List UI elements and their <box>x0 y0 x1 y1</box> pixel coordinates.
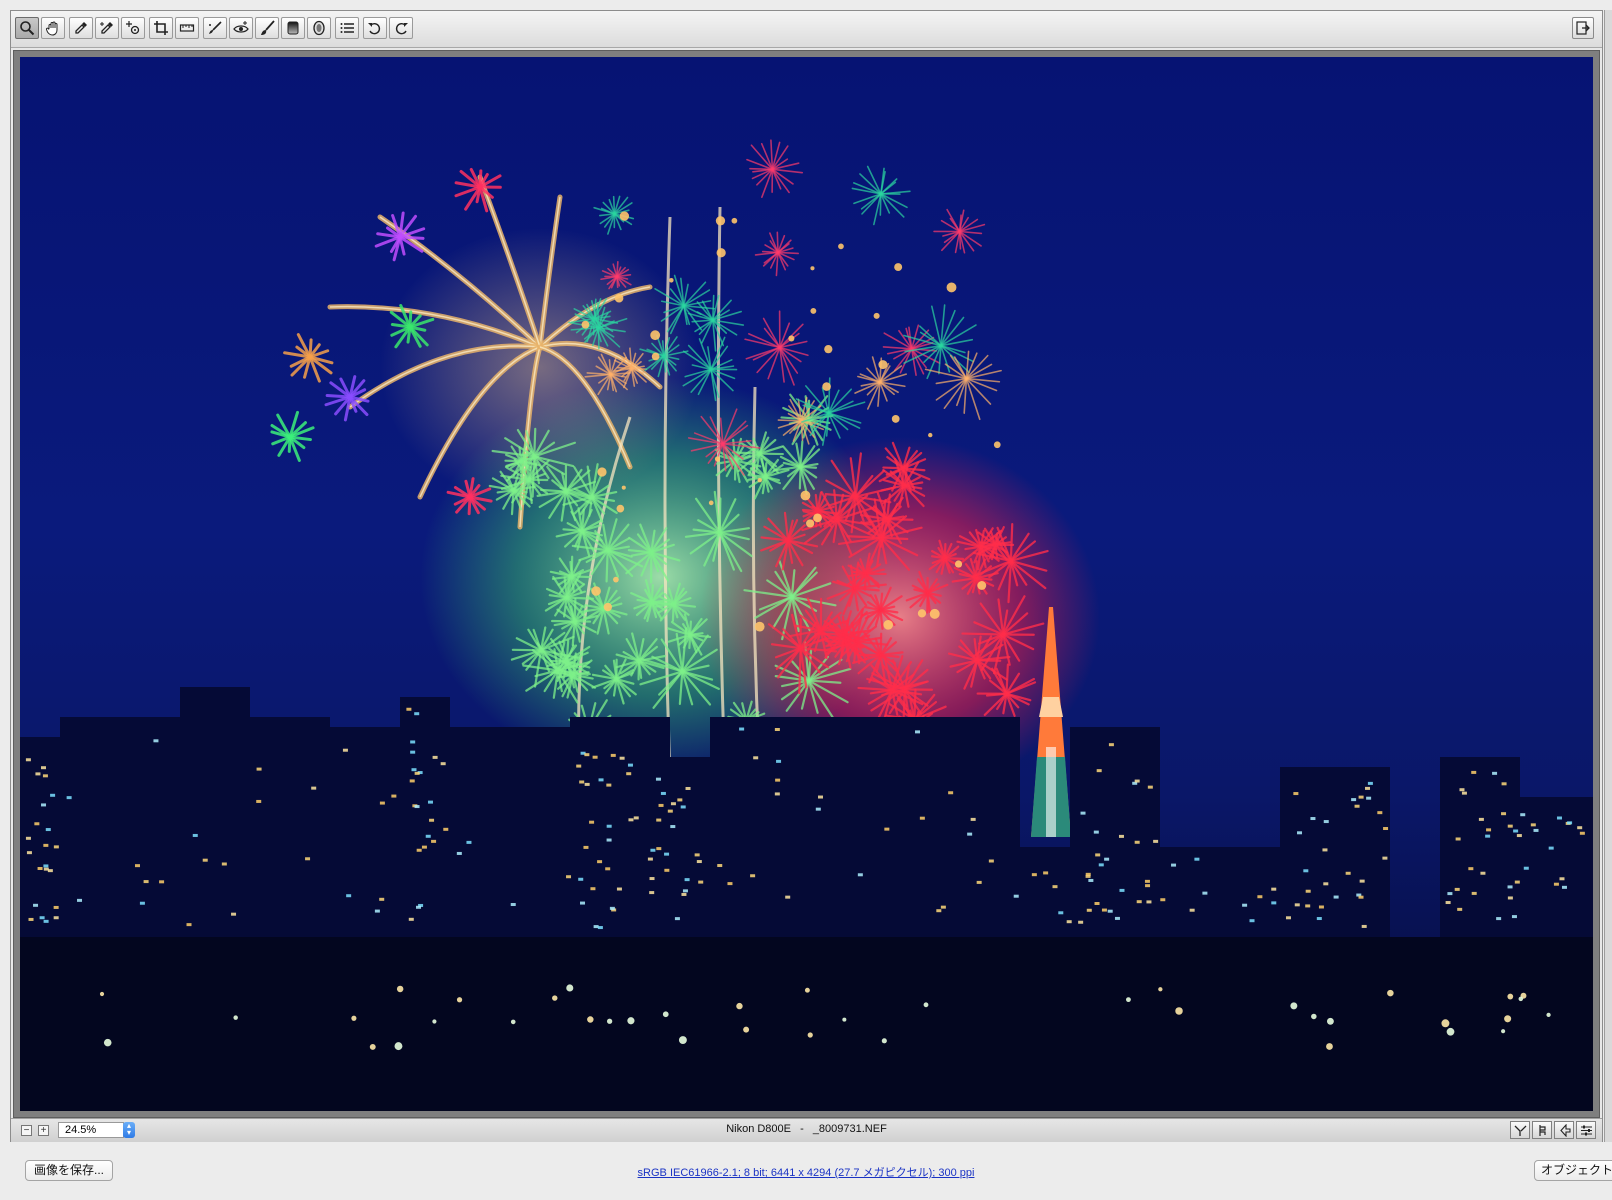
clipping-icon <box>1538 1124 1546 1136</box>
graduated-filter-icon <box>287 21 299 35</box>
rotate-right-button[interactable] <box>389 17 413 39</box>
histogram-filter-icon <box>1514 1125 1526 1136</box>
crop-icon <box>154 21 168 35</box>
separator-dash: - <box>800 1123 804 1135</box>
eyedropper-icon <box>75 22 87 34</box>
tool-group-transform <box>149 17 201 39</box>
open-object-button[interactable]: オブジェクト <box>1534 1160 1612 1181</box>
zoom-tool-button[interactable] <box>15 17 39 39</box>
export-icon <box>1576 21 1590 35</box>
rotate-left-icon <box>368 22 381 35</box>
tool-group-rotate <box>363 17 415 39</box>
tool-group-navigation <box>15 17 67 39</box>
straighten-tool-button[interactable] <box>175 17 199 39</box>
image-preview-frame <box>13 50 1600 1118</box>
color-sampler-tool-button[interactable] <box>95 17 119 39</box>
settings-toggle-button[interactable] <box>1576 1121 1596 1139</box>
preferences-list-icon <box>340 23 354 33</box>
target-adjust-icon <box>126 21 140 35</box>
settings-sliders-icon <box>1580 1125 1592 1135</box>
toolbar <box>11 11 1602 48</box>
fireworks-photo <box>20 139 1593 1111</box>
hand-icon <box>45 21 58 36</box>
white-balance-tool-button[interactable] <box>69 17 93 39</box>
status-bar: − + 24.5% ▴ ▾ Nikon D800E - _8009731.NEF <box>11 1118 1602 1142</box>
preview-toggle-icon <box>1559 1123 1571 1137</box>
zoom-icon <box>20 21 35 36</box>
camera-raw-window: − + 24.5% ▴ ▾ Nikon D800E - _8009731.NEF <box>10 10 1603 1142</box>
rotate-left-button[interactable] <box>363 17 387 39</box>
radial-filter-icon <box>313 20 325 36</box>
file-name: _8009731.NEF <box>812 1123 887 1135</box>
red-eye-tool-button[interactable] <box>229 17 253 39</box>
radial-filter-tool-button[interactable] <box>307 17 331 39</box>
rotate-right-icon <box>395 22 408 35</box>
straighten-icon <box>179 24 195 32</box>
histogram-filter-button[interactable] <box>1510 1121 1530 1139</box>
spot-removal-tool-button[interactable] <box>203 17 227 39</box>
target-adjust-tool-button[interactable] <box>121 17 145 39</box>
adjustment-brush-tool-button[interactable] <box>255 17 279 39</box>
spot-removal-icon <box>209 21 222 34</box>
fireworks-photo-preview[interactable] <box>20 57 1593 1111</box>
camera-file-info: Nikon D800E - _8009731.NEF <box>11 1123 1602 1135</box>
fullscreen-export-button[interactable] <box>1572 17 1594 39</box>
color-sampler-icon <box>100 22 113 34</box>
workflow-options-link[interactable]: sRGB IEC61966-2.1; 8 bit; 6441 x 4294 (2… <box>0 1164 1612 1180</box>
crop-tool-button[interactable] <box>149 17 173 39</box>
tool-group-retouch <box>203 17 333 39</box>
graduated-filter-tool-button[interactable] <box>281 17 305 39</box>
hand-tool-button[interactable] <box>41 17 65 39</box>
tool-group-preferences <box>335 17 361 39</box>
before-after-toggle-button[interactable] <box>1554 1121 1574 1139</box>
side-panel-edge <box>1604 10 1612 1142</box>
tool-group-sampling <box>69 17 147 39</box>
clipping-toggle-button[interactable] <box>1532 1121 1552 1139</box>
camera-model: Nikon D800E <box>726 1123 792 1135</box>
preview-tools <box>1508 1121 1596 1139</box>
red-eye-icon <box>233 21 249 33</box>
preferences-button[interactable] <box>335 17 359 39</box>
brush-icon <box>261 20 275 35</box>
